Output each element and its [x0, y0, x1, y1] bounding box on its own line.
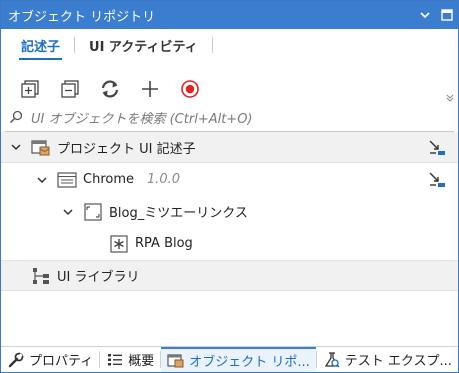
chevron-down-icon[interactable] [35, 173, 49, 187]
bottom-tab-test-explorer[interactable]: テスト エクスプ... [317, 347, 458, 372]
drag-to-workflow-icon[interactable] [428, 139, 446, 157]
screen-icon [83, 202, 103, 221]
tree-item-ui-library[interactable]: UI ライブラリ [1, 260, 458, 291]
application-window-icon [57, 171, 77, 189]
tree-item-label: Chrome [83, 172, 134, 187]
tree-item-label: プロジェクト UI 記述子 [57, 141, 196, 157]
tree-item-application[interactable]: Chrome 1.0.0 [1, 164, 458, 195]
tree-item-label: RPA Blog [135, 236, 193, 251]
drag-to-workflow-icon[interactable] [428, 171, 446, 189]
tab-descriptors[interactable]: 記述子 [19, 34, 63, 60]
tree-item-label: Blog_ミツエーリンクス [109, 206, 248, 221]
collapse-all-icon[interactable] [57, 76, 83, 102]
bottom-tab-label: 概要 [128, 354, 155, 369]
tree-item-element[interactable]: RPA Blog [1, 228, 458, 259]
tab-separator [211, 37, 213, 53]
tab-separator [74, 37, 76, 53]
bottom-tab-label: プロパティ [29, 354, 94, 369]
tree-item-screen[interactable]: Blog_ミツエーリンクス [1, 196, 458, 227]
title-bar: オブジェクト リポジトリ [1, 1, 458, 29]
record-icon[interactable] [177, 76, 203, 102]
ui-element-icon [109, 234, 129, 253]
ui-library-icon [31, 267, 51, 285]
search-input[interactable] [23, 111, 433, 127]
toolbar-overflow-icon[interactable] [446, 94, 454, 105]
object-repository-panel: オブジェクト リポジトリ 記述子 UI アクティビティ UI オブジェクトを検索… [0, 0, 459, 373]
tree-item-project[interactable]: プロジェクト UI 記述子 [1, 132, 458, 163]
wrench-icon [7, 352, 25, 368]
bottom-tab-outline[interactable]: 概要 [100, 347, 160, 372]
add-icon[interactable] [137, 76, 163, 102]
dropdown-icon[interactable] [414, 4, 436, 26]
search-box [5, 107, 454, 132]
refresh-icon[interactable] [97, 76, 123, 102]
panel-title: オブジェクト リポジトリ [8, 9, 156, 25]
maximize-icon[interactable] [436, 4, 458, 26]
tree-item-label: UI ライブラリ [57, 270, 140, 285]
search-icon [9, 110, 23, 128]
chevron-down-icon[interactable] [61, 205, 75, 219]
bottom-tab-label: テスト エクスプ... [344, 354, 452, 369]
expand-all-icon[interactable] [17, 76, 43, 102]
version-label: 1.0.0 [147, 172, 181, 187]
bottom-tab-properties[interactable]: プロパティ [1, 347, 99, 372]
project-descriptors-icon [31, 138, 51, 156]
bottom-tab-object-repository[interactable]: オブジェクト リポ... [161, 347, 316, 372]
bottom-tab-label: オブジェクト リポ... [189, 355, 310, 370]
test-explorer-icon [323, 351, 341, 368]
toolbar [1, 71, 458, 107]
object-repository-icon [167, 353, 185, 369]
bottom-tab-strip: プロパティ 概要 オブジェクト リポ... テスト エクスプ... [1, 346, 458, 372]
chevron-down-icon[interactable] [9, 140, 23, 154]
outline-list-icon [106, 352, 124, 368]
tab-ui-activities[interactable]: UI アクティビティ [87, 34, 200, 56]
tab-strip: 記述子 UI アクティビティ [1, 29, 458, 61]
